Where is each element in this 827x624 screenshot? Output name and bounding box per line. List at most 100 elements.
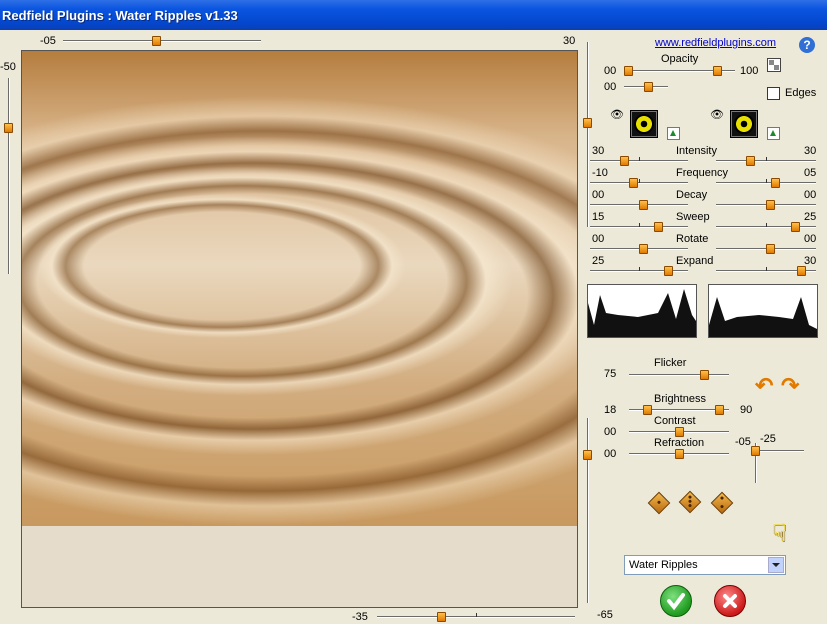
top-slider-min-label: -05 <box>40 35 56 47</box>
flicker-value: 75 <box>604 368 617 380</box>
random-dice-2-icon[interactable] <box>678 490 702 514</box>
expand-right-slider-tick <box>766 267 767 271</box>
refraction-slider-thumb[interactable] <box>675 449 684 459</box>
preset-select-value: Water Ripples <box>629 559 698 571</box>
chevron-down-icon[interactable] <box>768 557 784 573</box>
opacity-slider-left-thumb[interactable] <box>624 66 633 76</box>
top-slider-thumb[interactable] <box>152 36 161 46</box>
ok-button[interactable] <box>660 585 692 617</box>
flicker-slider-thumb[interactable] <box>700 370 709 380</box>
opacity-label: Opacity <box>661 53 699 65</box>
intensity-left-slider-tick <box>639 157 640 161</box>
random-dice-3-icon[interactable] <box>710 491 734 515</box>
left-slider-track[interactable] <box>8 78 10 274</box>
water-ripple-image <box>22 51 577 526</box>
top-slider-max-label: 30 <box>563 35 576 47</box>
right-lower-slider-track[interactable] <box>587 418 589 603</box>
frequency-right-slider-tick <box>766 179 767 183</box>
intensity-left-value: 30 <box>592 145 605 157</box>
sweep-right-slider-thumb[interactable] <box>791 222 800 232</box>
decay-left-slider-thumb[interactable] <box>639 200 648 210</box>
expand-right-slider-thumb[interactable] <box>797 266 806 276</box>
refraction-label: Refraction <box>654 437 705 449</box>
frequency-left-slider-thumb[interactable] <box>629 178 638 188</box>
brightness-left-value: 18 <box>604 404 617 416</box>
xy-pad-x-label: -05 <box>735 436 751 448</box>
brightness-label: Brightness <box>654 393 706 405</box>
color-picker-right-icon[interactable] <box>767 127 780 140</box>
decay-label: Decay <box>676 189 708 201</box>
left-slider-label: -50 <box>0 61 16 73</box>
rotate-left-icon[interactable]: ↶ <box>755 375 773 397</box>
waveform-right <box>708 284 818 338</box>
checkmark-icon <box>667 593 685 611</box>
sweep-left-slider-thumb[interactable] <box>654 222 663 232</box>
random-dice-1-icon[interactable] <box>647 491 671 515</box>
window-title: Redfield Plugins : Water Ripples v1.33 <box>2 8 238 23</box>
xy-pad-y-label: -25 <box>760 433 776 445</box>
frequency-left-value: -10 <box>592 167 608 179</box>
expand-left-slider-thumb[interactable] <box>664 266 673 276</box>
frequency-left-slider-tick <box>639 179 640 183</box>
xy-pad-thumb[interactable] <box>751 446 760 456</box>
right-lower-slider-thumb[interactable] <box>583 450 592 460</box>
sweep-right-slider-tick <box>766 223 767 227</box>
expand-right-value: 30 <box>804 255 817 267</box>
rotate-left-slider-thumb[interactable] <box>639 244 648 254</box>
sweep-left-slider-tick <box>639 223 640 227</box>
intensity-right-slider-thumb[interactable] <box>746 156 755 166</box>
intensity-left-slider-thumb[interactable] <box>620 156 629 166</box>
right-slider-label: -65 <box>597 609 613 621</box>
brightness-slider-right-thumb[interactable] <box>715 405 724 415</box>
opacity-second-value: 00 <box>604 81 617 93</box>
opacity-left-value: 00 <box>604 65 617 77</box>
checker-icon[interactable] <box>767 58 781 72</box>
preset-select[interactable]: Water Ripples <box>624 555 786 575</box>
cancel-button[interactable] <box>714 585 746 617</box>
opacity-right-value: 100 <box>740 65 759 77</box>
opacity-slider-right-thumb[interactable] <box>713 66 722 76</box>
decay-right-slider-thumb[interactable] <box>766 200 775 210</box>
edges-label: Edges <box>785 87 817 99</box>
color-picker-left-icon[interactable] <box>667 127 680 140</box>
rotate-label: Rotate <box>676 233 709 245</box>
edges-checkbox[interactable] <box>767 87 780 100</box>
top-slider-track[interactable] <box>63 40 261 42</box>
rotate-right-slider-thumb[interactable] <box>766 244 775 254</box>
frequency-label: Frequency <box>676 167 728 179</box>
swatch-left[interactable] <box>630 110 658 138</box>
flicker-label: Flicker <box>654 357 687 369</box>
website-link[interactable]: www.redfieldplugins.com <box>655 37 776 49</box>
swatch-right[interactable] <box>730 110 758 138</box>
bottom-slider-tick <box>476 613 477 617</box>
intensity-right-slider-tick <box>766 157 767 161</box>
frequency-right-value: 05 <box>804 167 817 179</box>
rotate-left-value: 00 <box>592 233 605 245</box>
expand-left-slider-tick <box>639 267 640 271</box>
intensity-label: Intensity <box>676 145 717 157</box>
decay-right-value: 00 <box>804 189 817 201</box>
flicker-slider-track[interactable] <box>629 374 729 376</box>
x-icon <box>723 594 737 608</box>
decay-left-value: 00 <box>592 189 605 201</box>
right-upper-slider-track[interactable] <box>587 42 589 227</box>
waveform-left <box>587 284 697 338</box>
bottom-slider-thumb[interactable] <box>437 612 446 622</box>
eye-icon-left[interactable]: 👁 <box>610 108 624 121</box>
eye-icon-right[interactable]: 👁 <box>710 108 724 121</box>
sweep-right-value: 25 <box>804 211 817 223</box>
expand-left-value: 25 <box>592 255 605 267</box>
rotate-right-icon[interactable]: ↷ <box>781 375 799 397</box>
contrast-label: Contrast <box>654 415 696 427</box>
sweep-label: Sweep <box>676 211 710 223</box>
help-icon[interactable]: ? <box>799 37 815 53</box>
opacity-second-slider-thumb[interactable] <box>644 82 653 92</box>
brightness-slider-left-thumb[interactable] <box>643 405 652 415</box>
frequency-right-slider-thumb[interactable] <box>771 178 780 188</box>
left-slider-thumb[interactable] <box>4 123 13 133</box>
bottom-slider-label: -35 <box>352 611 368 623</box>
right-upper-slider-thumb[interactable] <box>583 118 592 128</box>
contrast-slider-thumb[interactable] <box>675 427 684 437</box>
preview-canvas[interactable] <box>21 50 578 608</box>
brightness-right-value: 90 <box>740 404 753 416</box>
